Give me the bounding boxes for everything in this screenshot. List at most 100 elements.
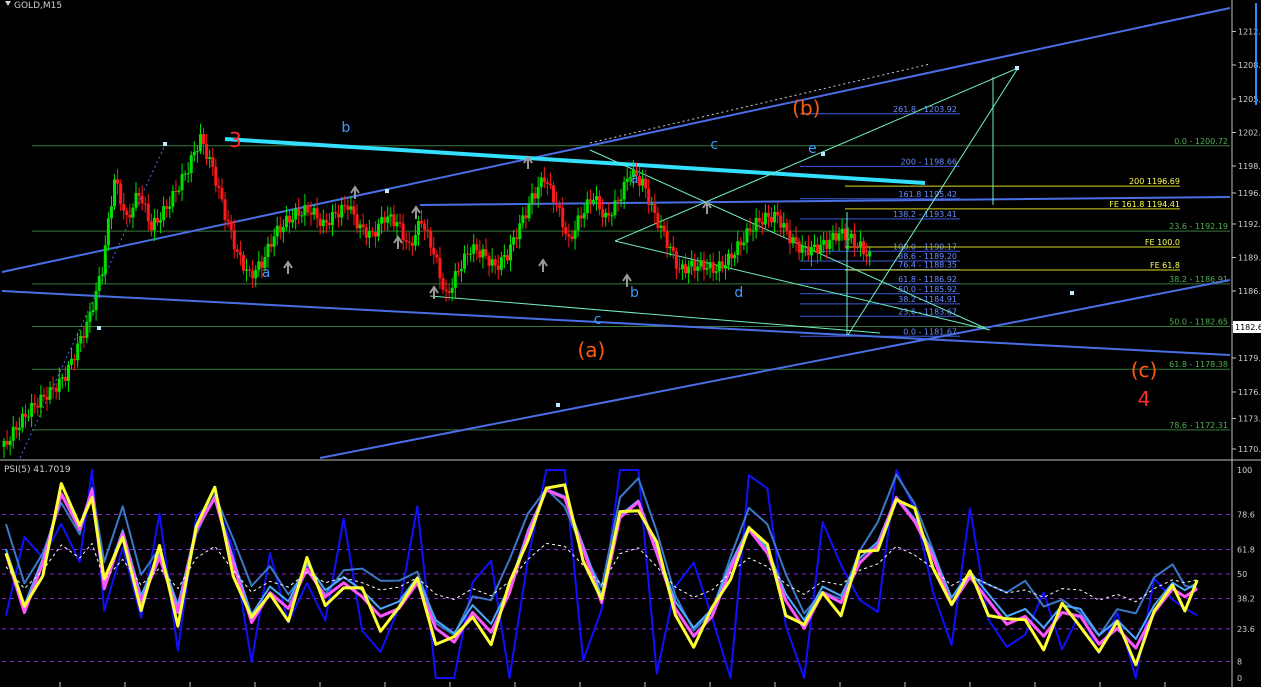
candle-body[interactable]	[459, 268, 463, 272]
candle-body[interactable]	[509, 244, 513, 261]
candle-body[interactable]	[352, 206, 356, 215]
candle-body[interactable]	[386, 216, 390, 223]
candle-body[interactable]	[20, 413, 24, 428]
candle-body[interactable]	[312, 208, 316, 215]
candle-body[interactable]	[779, 215, 783, 228]
candle-body[interactable]	[466, 253, 470, 255]
candle-body[interactable]	[763, 212, 767, 225]
candle-body[interactable]	[198, 134, 202, 152]
candle-body[interactable]	[349, 206, 353, 210]
candle-body[interactable]	[693, 260, 697, 271]
candle-body[interactable]	[257, 261, 261, 270]
anchor-point[interactable]	[385, 189, 389, 193]
candle-body[interactable]	[834, 232, 838, 241]
candle-body[interactable]	[505, 255, 509, 261]
candle-body[interactable]	[254, 269, 258, 279]
candle-body[interactable]	[552, 185, 556, 203]
candle-body[interactable]	[776, 211, 780, 216]
candle-body[interactable]	[23, 413, 27, 417]
candle-body[interactable]	[159, 220, 163, 223]
candle-body[interactable]	[303, 205, 307, 216]
candle-body[interactable]	[413, 234, 417, 246]
candle-body[interactable]	[361, 224, 365, 228]
candle-body[interactable]	[128, 214, 132, 218]
candle-body[interactable]	[70, 358, 74, 365]
candle-body[interactable]	[140, 195, 144, 204]
candle-body[interactable]	[370, 230, 374, 233]
candle-body[interactable]	[300, 215, 304, 217]
candle-body[interactable]	[235, 249, 239, 252]
candle-body[interactable]	[364, 227, 368, 238]
candle-body[interactable]	[622, 181, 626, 200]
candle-body[interactable]	[27, 416, 31, 418]
candle-body[interactable]	[862, 241, 866, 255]
candle-body[interactable]	[389, 214, 393, 217]
candle-body[interactable]	[840, 228, 844, 234]
candle-body[interactable]	[723, 265, 727, 269]
candle-body[interactable]	[229, 221, 233, 230]
candle-body[interactable]	[472, 244, 476, 254]
candle-body[interactable]	[441, 278, 445, 290]
candle-body[interactable]	[42, 394, 46, 397]
candle-body[interactable]	[208, 157, 212, 159]
candle-body[interactable]	[803, 246, 807, 248]
candle-body[interactable]	[149, 221, 153, 231]
candle-body[interactable]	[30, 402, 34, 417]
candle-body[interactable]	[791, 237, 795, 244]
candle-body[interactable]	[162, 206, 166, 221]
candle-body[interactable]	[189, 155, 193, 174]
candle-body[interactable]	[751, 230, 755, 232]
candle-body[interactable]	[478, 250, 482, 258]
candle-body[interactable]	[410, 242, 414, 246]
candle-body[interactable]	[671, 246, 675, 252]
candle-body[interactable]	[647, 188, 651, 205]
candle-body[interactable]	[14, 426, 18, 431]
candle-body[interactable]	[152, 217, 156, 231]
candle-body[interactable]	[699, 260, 703, 267]
candle-body[interactable]	[327, 222, 331, 226]
candle-body[interactable]	[809, 246, 813, 256]
candle-body[interactable]	[73, 358, 77, 361]
candle-body[interactable]	[288, 215, 292, 223]
candle-body[interactable]	[116, 179, 120, 184]
candle-body[interactable]	[469, 253, 473, 255]
candle-body[interactable]	[852, 233, 856, 246]
candle-body[interactable]	[220, 187, 224, 200]
candle-body[interactable]	[380, 217, 384, 224]
candle-body[interactable]	[63, 377, 67, 381]
candle-body[interactable]	[610, 215, 614, 217]
candle-body[interactable]	[567, 234, 571, 237]
candle-body[interactable]	[868, 251, 872, 257]
candle-body[interactable]	[383, 217, 387, 223]
candle-body[interactable]	[377, 223, 381, 237]
candle-body[interactable]	[542, 177, 546, 183]
candle-body[interactable]	[849, 233, 853, 239]
candle-body[interactable]	[251, 270, 255, 279]
candle-body[interactable]	[125, 210, 129, 215]
candle-body[interactable]	[650, 203, 654, 205]
candle-body[interactable]	[674, 251, 678, 269]
candle-body[interactable]	[788, 230, 792, 244]
candle-body[interactable]	[576, 215, 580, 231]
candle-body[interactable]	[432, 247, 436, 255]
candle-body[interactable]	[334, 211, 338, 214]
candle-body[interactable]	[156, 217, 159, 223]
candle-body[interactable]	[226, 219, 230, 222]
candle-body[interactable]	[392, 214, 396, 227]
candle-body[interactable]	[171, 191, 175, 207]
candle-body[interactable]	[720, 261, 724, 269]
candle-body[interactable]	[739, 241, 743, 246]
mt4-chart[interactable]: 0.0 - 1200.7223.6 - 1192.1938.2 - 1186.9…	[0, 0, 1261, 687]
anchor-point[interactable]	[556, 403, 560, 407]
candle-body[interactable]	[330, 211, 334, 226]
candle-body[interactable]	[641, 178, 645, 186]
candle-body[interactable]	[183, 173, 187, 175]
candle-body[interactable]	[601, 209, 605, 218]
candle-body[interactable]	[846, 238, 850, 241]
candle-body[interactable]	[493, 259, 497, 266]
candle-body[interactable]	[545, 182, 549, 184]
anchor-point[interactable]	[1015, 66, 1019, 70]
candle-body[interactable]	[355, 214, 359, 229]
candle-body[interactable]	[711, 262, 715, 273]
candle-body[interactable]	[340, 205, 344, 218]
